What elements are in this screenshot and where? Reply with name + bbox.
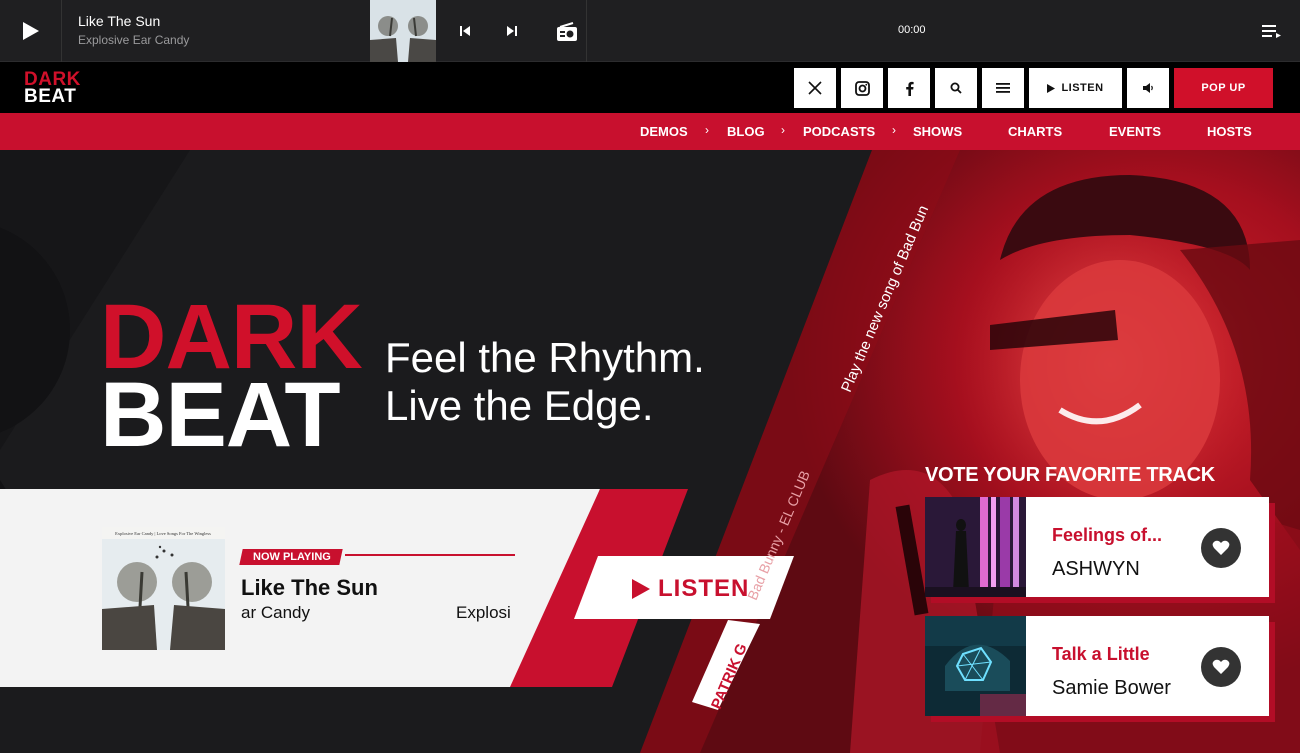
now-playing-artist-marquee-a: ar Candy [241, 603, 310, 622]
hero-tagline: Feel the Rhythm. Live the Edge. [385, 334, 705, 430]
nav-item-podcasts[interactable]: PODCASTS [803, 124, 875, 139]
header-listen-label: LISTEN [1061, 82, 1104, 94]
track-thumbnail [925, 497, 1026, 597]
header-listen-button[interactable]: LISTEN [1029, 68, 1122, 108]
nav-item-shows[interactable]: SHOWS [913, 124, 962, 139]
facebook-button[interactable] [888, 68, 930, 108]
vote-track-card[interactable]: Talk a Little Samie Bower [925, 616, 1275, 722]
cover-caption: Explosive Ear Candy | Love Songs For The… [115, 531, 211, 536]
track-thumbnail [925, 616, 1026, 716]
nav-item-events[interactable]: EVENTS [1109, 124, 1161, 139]
search-icon [950, 82, 962, 94]
hero-logo-line2: BEAT [100, 364, 341, 466]
vote-track-artist: ASHWYN [1052, 558, 1140, 580]
next-icon[interactable] [505, 24, 519, 38]
site-logo[interactable]: DARK BEAT [24, 70, 81, 107]
vote-title: VOTE YOUR FAVORITE TRACK [925, 464, 1215, 486]
player-time: 00:00 [898, 24, 926, 36]
like-button[interactable] [1201, 528, 1241, 568]
x-icon [808, 81, 822, 95]
playlist-icon[interactable] [1262, 24, 1282, 38]
page: Like The Sun Explosive Ear Candy 00:00 D… [0, 0, 1300, 753]
chevron-right-icon: › [705, 123, 709, 137]
vote-track-title: Talk a Little [1052, 644, 1150, 664]
main-nav: DEMOS › BLOG › PODCASTS › SHOWS CHARTS E… [0, 113, 1300, 150]
play-icon [22, 22, 39, 40]
player-album-cover [370, 0, 436, 62]
heart-icon [1212, 540, 1230, 555]
previous-icon[interactable] [458, 24, 472, 38]
vote-track-card[interactable]: Feelings of... ASHWYN [925, 497, 1275, 603]
now-playing-artist-marquee-b: Explosi [456, 603, 511, 622]
hero-section: DARK BEAT Feel the Rhythm. Live the Edge… [0, 150, 1300, 753]
now-playing-track: Like The Sun [241, 575, 378, 600]
nav-item-blog[interactable]: BLOG [727, 124, 765, 139]
play-icon [1047, 83, 1056, 93]
nav-item-charts[interactable]: CHARTS [1008, 124, 1062, 139]
player-track-title: Like The Sun [78, 13, 161, 29]
radio-icon[interactable] [556, 22, 578, 42]
instagram-button[interactable] [841, 68, 883, 108]
play-button[interactable] [0, 0, 62, 62]
tagline-line2: Live the Edge. [385, 382, 654, 429]
like-button[interactable] [1201, 647, 1241, 687]
divider [586, 0, 587, 62]
chevron-right-icon: › [892, 123, 896, 137]
divider [345, 554, 515, 556]
volume-button[interactable] [1127, 68, 1169, 108]
vote-track-title: Feelings of... [1052, 525, 1163, 545]
player-track-artist: Explosive Ear Candy [78, 33, 190, 47]
menu-button[interactable] [982, 68, 1024, 108]
instagram-icon [854, 80, 870, 96]
facebook-icon [905, 81, 914, 96]
now-playing-tag: NOW PLAYING [239, 549, 343, 565]
logo-line2: BEAT [24, 86, 77, 107]
nav-item-hosts[interactable]: HOSTS [1207, 124, 1252, 139]
chevron-right-icon: › [781, 123, 785, 137]
now-playing-cover: Explosive Ear Candy | Love Songs For The… [102, 527, 225, 650]
nav-item-demos[interactable]: DEMOS [640, 124, 688, 139]
hero-logo: DARK BEAT [100, 291, 363, 466]
hamburger-icon [996, 83, 1010, 93]
vote-track-artist: Samie Bower [1052, 677, 1171, 699]
popup-label: POP UP [1201, 82, 1246, 94]
search-button[interactable] [935, 68, 977, 108]
hero-listen-label: LISTEN [658, 575, 750, 602]
site-header: DARK BEAT LISTEN POP UP [0, 62, 1300, 113]
tagline-line1: Feel the Rhythm. [385, 334, 705, 381]
x-social-button[interactable] [794, 68, 836, 108]
heart-icon [1212, 659, 1230, 674]
popup-button[interactable]: POP UP [1174, 68, 1273, 108]
volume-icon [1142, 83, 1153, 93]
hero-listen-button[interactable]: LISTEN [632, 575, 749, 603]
play-icon [632, 579, 650, 599]
player-bar: Like The Sun Explosive Ear Candy 00:00 [0, 0, 1300, 62]
